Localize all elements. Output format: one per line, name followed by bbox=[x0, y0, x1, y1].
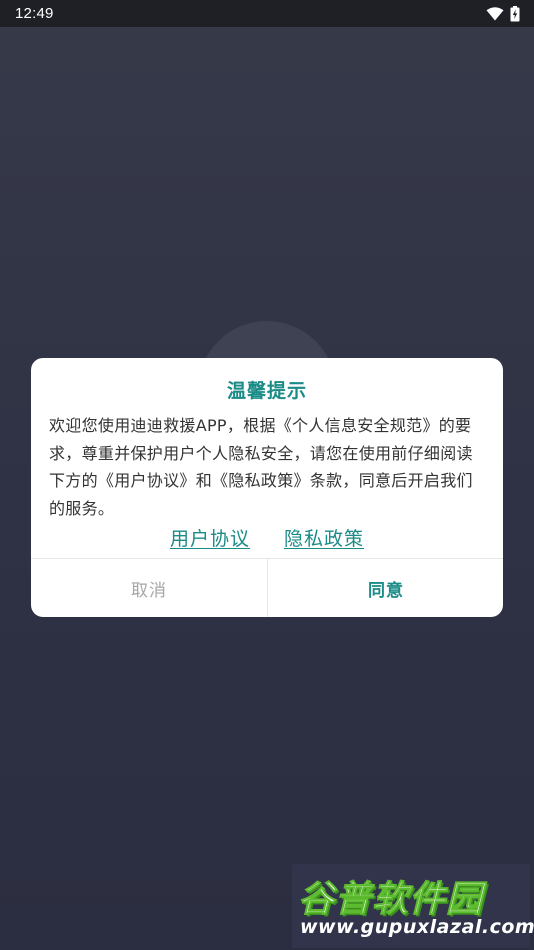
privacy-policy-link[interactable]: 隐私政策 bbox=[284, 524, 364, 551]
privacy-dialog: 温馨提示 欢迎您使用迪迪救援APP，根据《个人信息安全规范》的要求，尊重并保护用… bbox=[31, 358, 503, 617]
wifi-icon bbox=[486, 6, 504, 21]
status-icons bbox=[486, 5, 520, 22]
watermark-title: 谷普软件园 bbox=[297, 879, 484, 921]
status-time: 12:49 bbox=[15, 5, 54, 22]
cancel-button[interactable]: 取消 bbox=[31, 559, 267, 617]
dialog-message: 欢迎您使用迪迪救援APP，根据《个人信息安全规范》的要求，尊重并保护用户个人隐私… bbox=[49, 416, 473, 518]
status-bar: 12:49 bbox=[0, 0, 534, 27]
watermark-url: www.gupuxlazal.com bbox=[300, 916, 534, 938]
agree-button[interactable]: 同意 bbox=[268, 559, 503, 617]
dialog-title: 温馨提示 bbox=[226, 380, 307, 402]
battery-charging-icon bbox=[510, 5, 520, 22]
agreement-links: 用户协议 隐私政策 bbox=[31, 524, 503, 551]
site-watermark: 谷普软件园 www.gupuxlazal.com bbox=[292, 864, 534, 948]
user-agreement-link[interactable]: 用户协议 bbox=[170, 524, 250, 551]
